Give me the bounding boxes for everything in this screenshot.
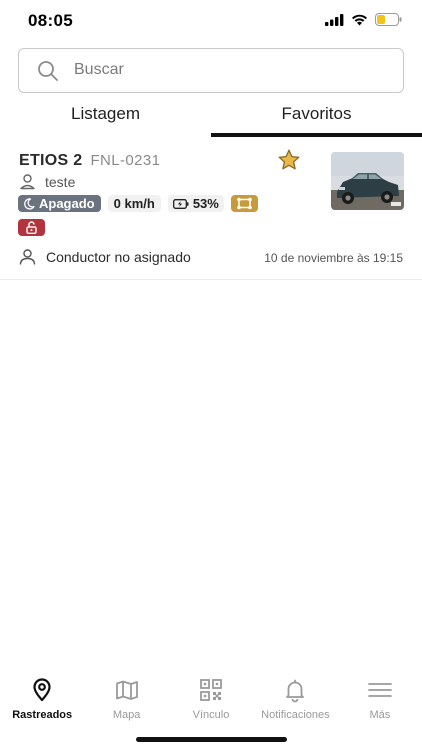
user-pin-icon xyxy=(20,174,35,190)
battery-charging-icon xyxy=(172,198,189,209)
driver-name: Conductor no asignado xyxy=(46,249,191,265)
wifi-icon xyxy=(352,14,367,25)
vehicle-name: ETIOS 2 xyxy=(19,152,83,169)
vehicle-card[interactable]: ETIOS 2 FNL-0231 teste Apagado 0 km/h 53… xyxy=(0,146,422,280)
menu-icon xyxy=(367,683,392,697)
ignition-status-badge: Apagado xyxy=(18,195,101,212)
search-input[interactable] xyxy=(74,57,384,83)
location-pin-icon xyxy=(33,678,51,702)
status-time: 08:05 xyxy=(28,11,73,30)
status-icons xyxy=(325,13,402,26)
tab-favoritos[interactable]: Favoritos xyxy=(211,100,422,137)
map-icon xyxy=(115,680,138,700)
nav-label-mas: Más xyxy=(369,709,391,721)
battery-value: 53% xyxy=(192,196,219,211)
active-tab-indicator xyxy=(211,133,422,137)
search-box[interactable] xyxy=(18,48,404,93)
nav-vinculo[interactable]: Vínculo xyxy=(169,672,253,727)
favorite-star-icon[interactable] xyxy=(277,149,301,171)
driver-row: Conductor no asignado xyxy=(19,249,191,265)
vehicle-group: teste xyxy=(45,173,76,190)
last-update-timestamp: 10 de noviembre às 19:15 xyxy=(264,251,403,265)
geofence-icon xyxy=(237,197,252,210)
nav-rastreados[interactable]: Rastreados xyxy=(0,672,84,727)
nav-label-vinculo: Vínculo xyxy=(192,709,230,721)
search-icon xyxy=(38,61,58,81)
nav-label-rastreados: Rastreados xyxy=(12,709,73,721)
lock-badge xyxy=(18,219,45,236)
nav-mapa[interactable]: Mapa xyxy=(84,672,168,727)
unlock-icon xyxy=(26,221,37,234)
bell-icon xyxy=(286,679,305,703)
vehicle-group-row: teste xyxy=(19,173,75,190)
nav-notificaciones[interactable]: Notificaciones xyxy=(253,672,337,727)
speed-value: 0 km/h xyxy=(113,196,155,211)
nav-label-mapa: Mapa xyxy=(112,709,141,721)
ignition-status-label: Apagado xyxy=(39,196,95,211)
nav-label-notificaciones: Notificaciones xyxy=(261,709,330,721)
person-icon xyxy=(19,249,36,265)
vehicle-photo xyxy=(331,152,404,210)
nav-mas[interactable]: Más xyxy=(338,672,422,727)
qr-code-icon xyxy=(200,679,222,701)
speed-badge: 0 km/h xyxy=(107,195,161,212)
geofence-badge xyxy=(230,195,258,212)
cellular-signal-icon xyxy=(325,13,344,26)
moon-icon xyxy=(24,197,35,210)
battery-icon xyxy=(375,13,402,26)
battery-badge: 53% xyxy=(167,195,224,212)
home-indicator[interactable] xyxy=(136,737,287,742)
vehicle-badges: Apagado 0 km/h 53% xyxy=(18,195,258,212)
tab-listagem[interactable]: Listagem xyxy=(0,100,211,137)
bottom-nav: Rastreados Mapa Vínculo Notificaciones M… xyxy=(0,672,422,727)
status-bar: 08:05 xyxy=(0,0,422,40)
vehicle-plate: FNL-0231 xyxy=(90,152,161,169)
vehicle-title-row: ETIOS 2 FNL-0231 xyxy=(19,152,160,170)
tab-bar: Listagem Favoritos xyxy=(0,100,422,137)
